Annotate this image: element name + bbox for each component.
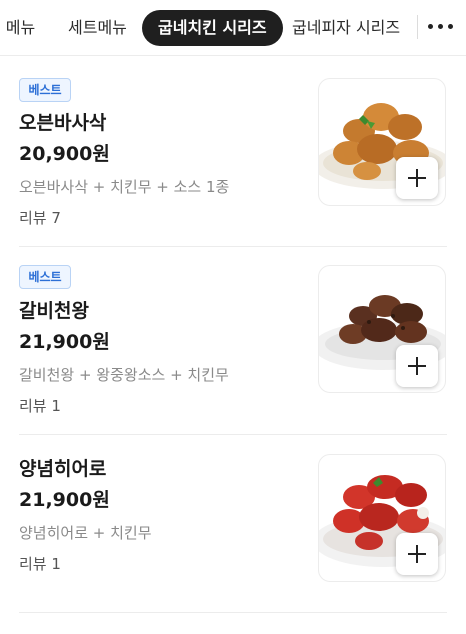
category-tab-bar: 크 메뉴 세트메뉴 굽네치킨 시리즈 굽네피자 시리즈 xyxy=(0,0,466,56)
tab-divider xyxy=(417,15,418,39)
tab-side-menu[interactable]: 크 메뉴 xyxy=(0,10,35,46)
menu-item-description: 양념히어로 + 치킨무 xyxy=(19,524,152,542)
add-to-cart-button[interactable] xyxy=(396,157,438,199)
menu-item-price: 21,900원 xyxy=(19,489,110,511)
menu-item-description: 갈비천왕 + 왕중왕소스 + 치킨무 xyxy=(19,366,229,384)
add-to-cart-button[interactable] xyxy=(396,533,438,575)
item-divider xyxy=(19,246,447,247)
menu-item-price: 21,900원 xyxy=(19,331,110,353)
tab-goobne-chicken-series[interactable]: 굽네치킨 시리즈 xyxy=(142,10,283,46)
item-divider xyxy=(19,612,447,613)
best-badge: 베스트 xyxy=(19,265,71,289)
menu-item-name: 오븐바사삭 xyxy=(19,112,107,134)
tab-set-menu[interactable]: 세트메뉴 xyxy=(68,10,127,46)
tab-goobne-pizza-series[interactable]: 굽네피자 시리즈 xyxy=(292,10,400,46)
add-to-cart-button[interactable] xyxy=(396,345,438,387)
best-badge: 베스트 xyxy=(19,78,71,102)
menu-item-review-count[interactable]: 리뷰 1 xyxy=(19,395,61,416)
menu-item-review-count[interactable]: 리뷰 7 xyxy=(19,207,61,228)
menu-item-price: 20,900원 xyxy=(19,143,110,165)
menu-item-name: 갈비천왕 xyxy=(19,300,89,322)
menu-item-description: 오븐바사삭 + 치킨무 + 소스 1종 xyxy=(19,178,230,196)
menu-item-name: 양념히어로 xyxy=(19,458,107,480)
item-divider xyxy=(19,434,447,435)
more-horizontal-icon[interactable] xyxy=(428,24,454,32)
menu-item-review-count[interactable]: 리뷰 1 xyxy=(19,553,61,574)
